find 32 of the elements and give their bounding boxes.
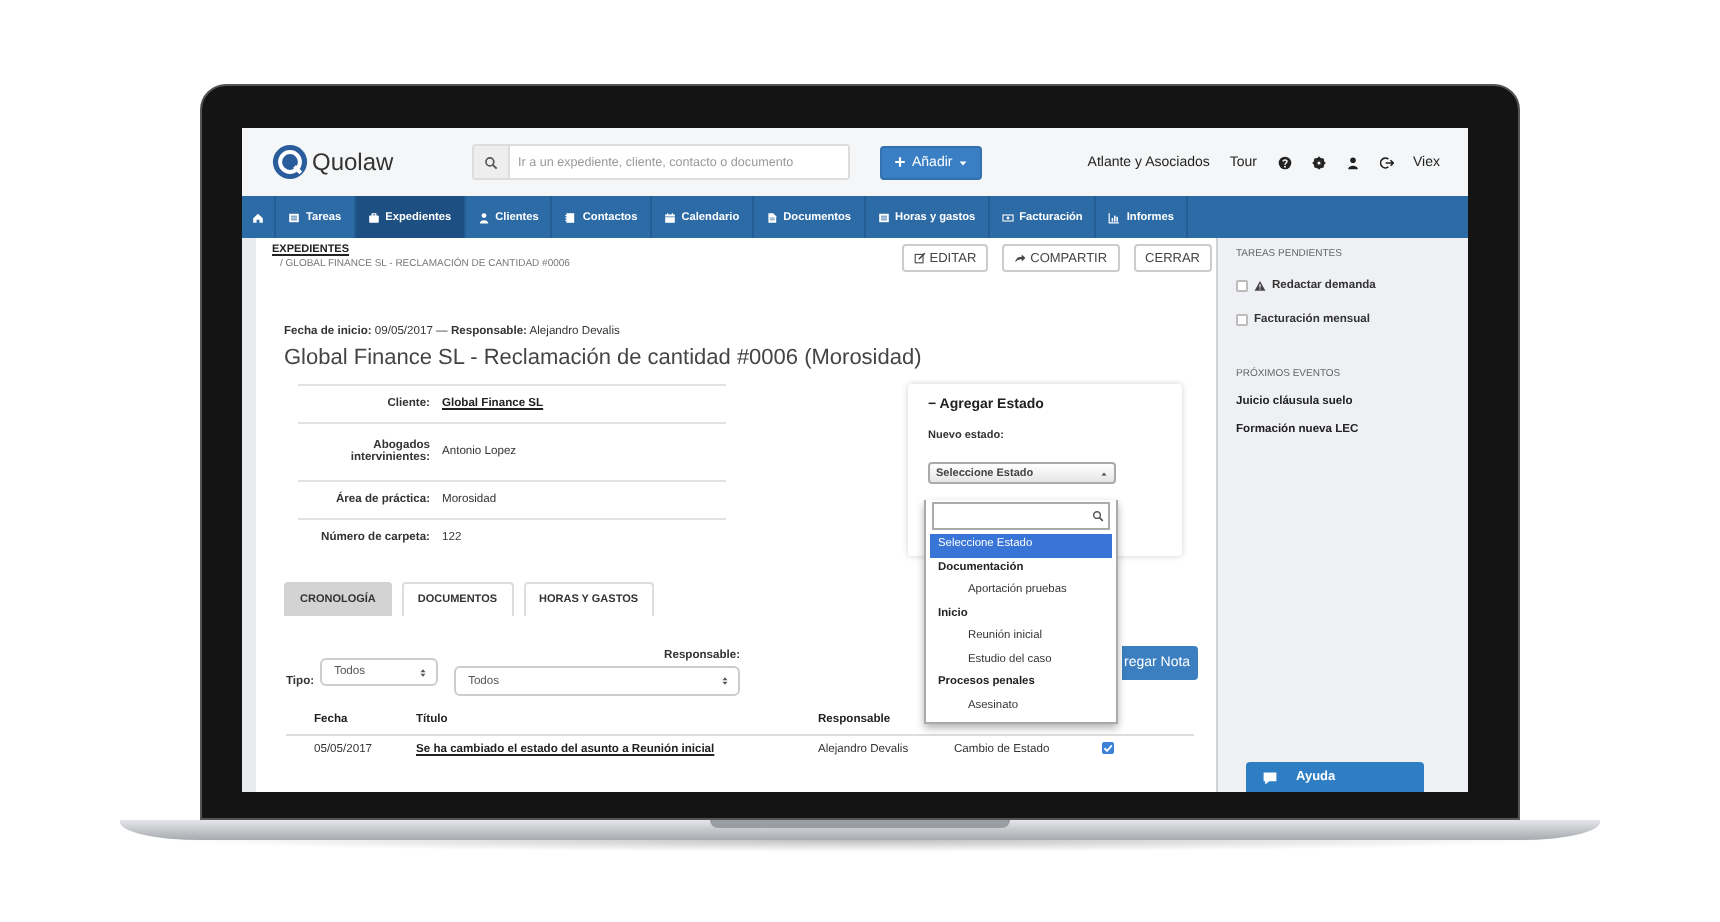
check-icon [1102,742,1114,754]
person-icon [477,211,490,223]
checkbox[interactable] [1102,742,1114,754]
cash-icon [1001,211,1014,223]
briefcase-icon [367,211,380,223]
list-icon [877,211,890,223]
logo-text: Quolaw [312,148,394,176]
bar-chart-icon [1108,211,1121,223]
document-icon [765,211,778,223]
checkbox[interactable] [1236,280,1248,292]
search-icon [484,155,498,169]
search-icon [1092,510,1104,522]
settings-icon[interactable] [1311,155,1325,169]
updown-icon [418,667,429,677]
home-icon[interactable] [252,211,264,223]
chat-icon [1262,769,1278,785]
logo-icon [272,144,308,180]
logout-icon[interactable] [1379,155,1393,169]
dropdown-search-field[interactable] [932,502,1110,530]
edit-icon [913,252,926,264]
caret-icon [958,157,969,167]
address-book-icon [564,211,577,223]
list-icon [288,211,300,223]
calendar-icon [663,211,676,223]
caret-icon [1100,469,1108,477]
share-icon [1014,252,1027,264]
updown-icon [720,676,731,686]
user-icon[interactable] [1345,155,1359,169]
case-title: Global Finance SL - Reclamación de cantidad #0006 (Morosidad) [284,346,924,370]
help-icon[interactable] [1277,155,1291,169]
checkbox[interactable] [1236,314,1248,326]
plus-icon [894,156,906,168]
